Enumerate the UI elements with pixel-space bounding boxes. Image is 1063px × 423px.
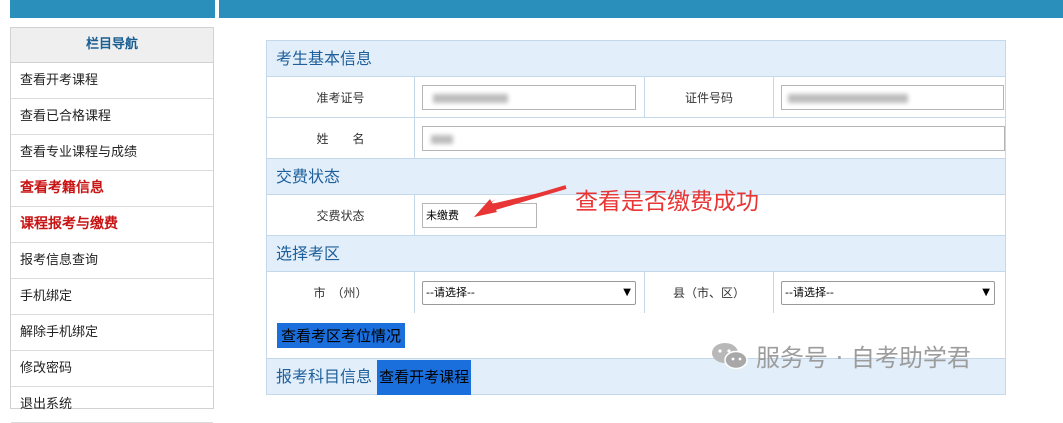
city-select[interactable]: --请选择-- ▼ [422,280,636,305]
payment-status-value: 未缴费 [422,202,537,228]
watermark-text: 服务号 · 自考助学君 [756,344,971,372]
sidebar-nav: 栏目导航 查看开考课程 查看已合格课程 查看专业课程与成绩 查看考籍信息 课程报… [10,27,214,423]
sidebar-item-major-scores[interactable]: 查看专业课程与成绩 [11,135,213,171]
basic-info-heading: 考生基本信息 [266,40,1006,76]
payment-status-label: 交费状态 [267,195,415,235]
sidebar-item-change-password[interactable]: 修改密码 [11,351,213,387]
redacted-value [788,93,908,103]
county-select[interactable]: --请选择-- ▼ [781,280,995,305]
exam-no-field[interactable] [422,84,636,110]
name-field[interactable] [422,125,1005,151]
redacted-value [431,134,453,144]
subjects-title: 报考科目信息 [276,367,373,386]
county-label: 县（市、区） [644,272,774,313]
redacted-value [433,93,508,103]
top-banner-left [10,0,215,18]
sidebar-item-logout[interactable]: 退出系统 [11,387,213,423]
chevron-down-icon: ▼ [623,286,631,298]
county-select-value: --请选择-- [785,285,834,299]
id-no-field[interactable] [781,84,1004,110]
check-region-seats-button[interactable]: 查看考区考位情况 [277,323,406,348]
row-exam-id: 准考证号 证件号码 [266,76,1006,117]
sidebar-item-open-courses[interactable]: 查看开考课程 [11,63,213,99]
top-banner-right [219,0,1063,18]
id-no-label: 证件号码 [644,77,774,117]
sidebar-item-bind-phone[interactable]: 手机绑定 [11,279,213,315]
row-name: 姓 名 [266,117,1006,158]
exam-no-label: 准考证号 [267,77,415,117]
sidebar-item-register-pay[interactable]: 课程报考与缴费 [11,207,213,243]
sidebar-item-unbind-phone[interactable]: 解除手机绑定 [11,315,213,351]
region-heading: 选择考区 [266,235,1006,271]
sidebar-title: 栏目导航 [11,28,213,63]
wechat-icon [712,342,748,369]
view-open-courses-button[interactable]: 查看开考课程 [377,360,472,395]
watermark: 服务号 · 自考助学君 [710,338,971,373]
sidebar-item-passed-courses[interactable]: 查看已合格课程 [11,99,213,135]
sidebar-item-student-record[interactable]: 查看考籍信息 [11,171,213,207]
sidebar-item-registration-query[interactable]: 报考信息查询 [11,243,213,279]
name-label: 姓 名 [267,118,415,158]
city-select-value: --请选择-- [426,285,475,299]
chevron-down-icon: ▼ [982,286,990,298]
row-region: 市 （州） --请选择-- ▼ 县（市、区） --请选择-- ▼ [266,271,1006,313]
city-label: 市 （州） [267,272,415,313]
annotation-text: 查看是否缴费成功 [575,189,759,215]
